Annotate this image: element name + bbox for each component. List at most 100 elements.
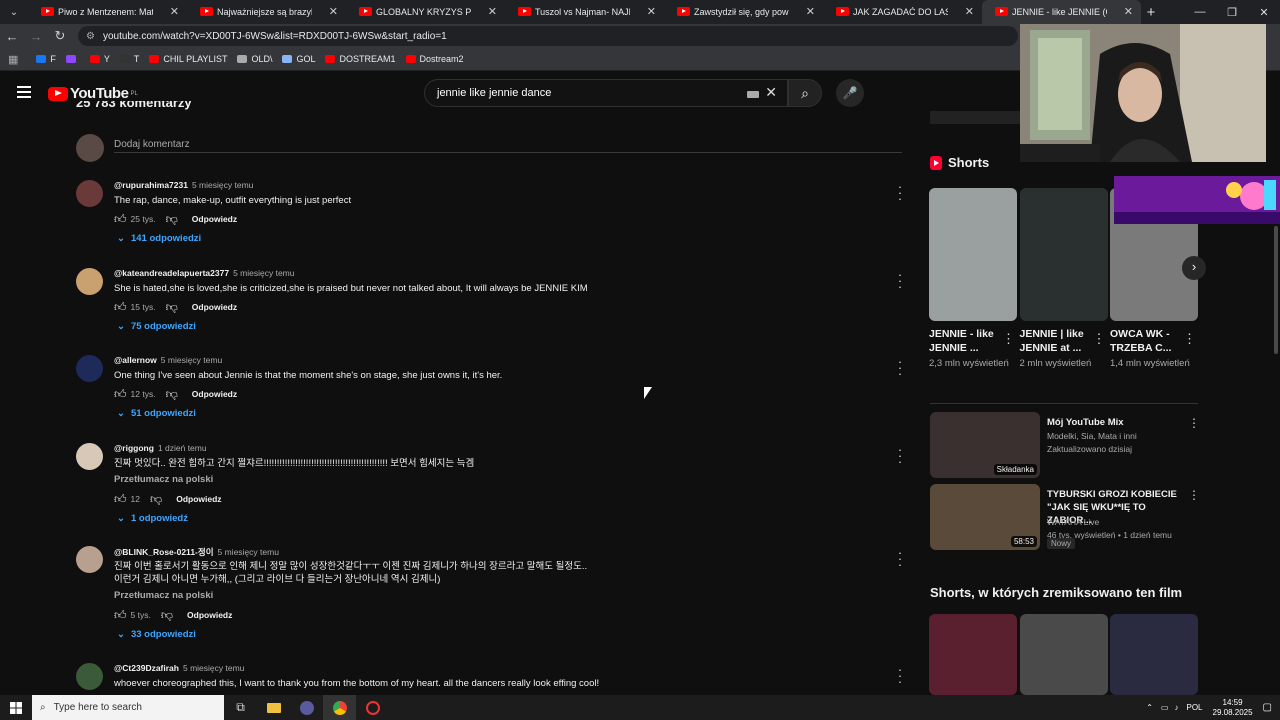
comment-time[interactable]: 5 miesięcy temu bbox=[233, 268, 294, 278]
short-title[interactable]: JENNIE | like JENNIE at ... bbox=[1020, 327, 1092, 355]
dislike-icon[interactable]: 👎︎ bbox=[150, 492, 162, 507]
remix-short-thumbnail[interactable] bbox=[1110, 614, 1198, 695]
comment-author[interactable]: @riggong bbox=[114, 443, 154, 453]
apps-grid-icon[interactable]: ▦ bbox=[8, 53, 18, 66]
playlist-more-icon[interactable]: ⋮ bbox=[1188, 488, 1200, 502]
translate-link[interactable]: Przetłumacz na polski bbox=[114, 474, 213, 485]
comment-more-icon[interactable]: · · · bbox=[894, 268, 906, 293]
tab-close-icon[interactable]: ✕ bbox=[170, 5, 179, 18]
browser-tab[interactable]: Najważniejsze są brazylijskie p ✕ bbox=[187, 0, 346, 24]
tab-close-icon[interactable]: ✕ bbox=[329, 5, 338, 18]
comment-more-icon[interactable]: · · · bbox=[894, 663, 906, 688]
view-replies-button[interactable]: ⌄ 75 odpowiedzi bbox=[117, 321, 196, 332]
comment-time[interactable]: 5 miesięcy temu bbox=[183, 663, 244, 673]
browser-tab[interactable]: Zawstydził się, gdy powiedziała ✕ bbox=[664, 0, 823, 24]
comment-more-icon[interactable]: · · · bbox=[894, 546, 906, 571]
minimize-icon[interactable]: — bbox=[1184, 6, 1216, 18]
url-field[interactable]: ⚙ youtube.com/watch?v=XD00TJ-6WSw&list=R… bbox=[78, 26, 1018, 46]
comment-time[interactable]: 5 miesięcy temu bbox=[218, 547, 279, 557]
playlist-more-icon[interactable]: ⋮ bbox=[1188, 416, 1200, 430]
tab-close-icon[interactable]: ✕ bbox=[806, 5, 815, 18]
comment-more-icon[interactable]: · · · bbox=[894, 180, 906, 205]
restore-icon[interactable]: ❐ bbox=[1216, 6, 1248, 19]
tab-search-icon[interactable]: ⌄ bbox=[0, 7, 28, 18]
bookmark-item[interactable]: T bbox=[119, 54, 139, 64]
reply-button[interactable]: Odpowiedz bbox=[192, 389, 237, 399]
bookmark-item[interactable]: OLD\ bbox=[237, 54, 272, 64]
view-replies-button[interactable]: ⌄ 33 odpowiedzi bbox=[117, 629, 196, 640]
reply-button[interactable]: Odpowiedz bbox=[192, 214, 237, 224]
language-indicator[interactable]: POL bbox=[1186, 703, 1202, 712]
clear-search-icon[interactable]: ✕ bbox=[765, 84, 777, 101]
file-explorer-icon[interactable] bbox=[257, 695, 290, 720]
view-replies-button[interactable]: ⌄ 1 odpowiedź bbox=[117, 513, 188, 524]
commenter-avatar[interactable] bbox=[76, 663, 103, 690]
reload-icon[interactable]: ↻ bbox=[48, 28, 72, 44]
comment-author[interactable]: @BLINK_Rose-0211-정이 bbox=[114, 547, 214, 557]
bookmark-item[interactable]: DOSTREAM1 bbox=[325, 54, 396, 64]
short-more-icon[interactable]: ⋮ bbox=[1002, 331, 1015, 347]
bookmark-item[interactable]: Y bbox=[89, 54, 110, 64]
short-card[interactable]: JENNIE | like JENNIE at ... 2 mln wyświet… bbox=[1019, 188, 1108, 370]
comment-time[interactable]: 1 dzień temu bbox=[158, 443, 207, 453]
comment-author[interactable]: @kateandreadelapuerta2377 bbox=[114, 268, 229, 278]
commenter-avatar[interactable] bbox=[76, 355, 103, 382]
commenter-avatar[interactable] bbox=[76, 443, 103, 470]
short-more-icon[interactable]: ⋮ bbox=[1093, 331, 1106, 347]
remix-short-thumbnail[interactable] bbox=[929, 614, 1017, 695]
notifications-icon[interactable]: ▢ bbox=[1263, 702, 1272, 713]
comment-time[interactable]: 5 miesięcy temu bbox=[161, 355, 222, 365]
playlist-thumbnail[interactable]: Składanka bbox=[930, 412, 1040, 478]
comment-author[interactable]: @Ct239Dzafirah bbox=[114, 663, 179, 673]
windows-start-icon[interactable] bbox=[0, 695, 32, 720]
like-icon[interactable]: 👍︎ bbox=[114, 300, 127, 315]
shorts-next-button[interactable]: › bbox=[1182, 256, 1206, 280]
commenter-avatar[interactable] bbox=[76, 546, 103, 573]
playlist-title[interactable]: Mój YouTube Mix bbox=[1047, 416, 1187, 429]
taskbar-search[interactable]: ⌕ Type here to search bbox=[32, 695, 224, 720]
page-scrollbar[interactable] bbox=[1274, 226, 1278, 354]
dislike-icon[interactable]: 👎︎ bbox=[166, 387, 178, 402]
remix-short-thumbnail[interactable] bbox=[1019, 614, 1108, 695]
short-title[interactable]: OWCA WK - TRZEBA C... bbox=[1110, 327, 1182, 355]
bookmark-item[interactable]: F bbox=[36, 54, 56, 64]
menu-icon[interactable] bbox=[17, 86, 31, 101]
comment-author[interactable]: @allernow bbox=[114, 355, 157, 365]
playlist-thumbnail[interactable]: 58:53 bbox=[930, 484, 1040, 550]
dislike-icon[interactable]: 👎︎ bbox=[161, 608, 173, 623]
volume-icon[interactable]: ♪ bbox=[1174, 703, 1178, 712]
reply-button[interactable]: Odpowiedz bbox=[192, 302, 237, 312]
network-icon[interactable]: ▭ bbox=[1161, 703, 1169, 712]
dislike-icon[interactable]: 👎︎ bbox=[166, 212, 178, 227]
view-replies-button[interactable]: ⌄ 141 odpowiedzi bbox=[117, 233, 201, 244]
chrome-icon[interactable] bbox=[323, 695, 356, 720]
short-thumbnail[interactable] bbox=[929, 188, 1017, 321]
tab-close-icon[interactable]: ✕ bbox=[965, 5, 974, 18]
ad-banner[interactable] bbox=[1114, 176, 1280, 224]
comment-time[interactable]: 5 miesięcy temu bbox=[192, 180, 253, 190]
add-comment-input[interactable]: Dodaj komentarz bbox=[114, 139, 190, 150]
bookmark-item[interactable]: Dostream2 bbox=[405, 54, 464, 64]
obs-icon[interactable] bbox=[290, 695, 323, 720]
comment-more-icon[interactable]: · · · bbox=[894, 355, 906, 380]
playlist-item[interactable]: 58:53 TYBURSKI GROZI KOBIECIE "JAK SIĘ WK… bbox=[930, 484, 1210, 550]
keyboard-icon[interactable] bbox=[747, 91, 759, 98]
site-info-icon[interactable]: ⚙ bbox=[86, 31, 95, 42]
dislike-icon[interactable]: 👎︎ bbox=[166, 300, 178, 315]
tab-close-icon[interactable]: ✕ bbox=[1124, 5, 1133, 18]
bookmark-item[interactable]: GOL bbox=[282, 54, 315, 64]
like-icon[interactable]: 👍︎ bbox=[114, 492, 127, 507]
reply-button[interactable]: Odpowiedz bbox=[176, 494, 221, 504]
tray-expand-icon[interactable]: ⌃ bbox=[1146, 703, 1153, 712]
close-window-icon[interactable]: ✕ bbox=[1248, 6, 1280, 19]
back-icon[interactable]: ← bbox=[0, 29, 24, 44]
forward-icon[interactable]: → bbox=[24, 29, 48, 44]
comment-author[interactable]: @rupurahima7231 bbox=[114, 180, 188, 190]
task-view-icon[interactable]: ⧉ bbox=[224, 695, 257, 720]
reply-button[interactable]: Odpowiedz bbox=[187, 610, 232, 620]
comment-more-icon[interactable]: · · · bbox=[894, 443, 906, 468]
browser-tab[interactable]: Piwo z Mentzenem: Mateusz M ✕ bbox=[28, 0, 187, 24]
app-icon[interactable] bbox=[356, 695, 389, 720]
bookmark-item[interactable]: CHIL PLAYLIST bbox=[149, 54, 227, 64]
browser-tab[interactable]: GLOBALNY KRYZYS PRZEZ JAP ✕ bbox=[346, 0, 505, 24]
